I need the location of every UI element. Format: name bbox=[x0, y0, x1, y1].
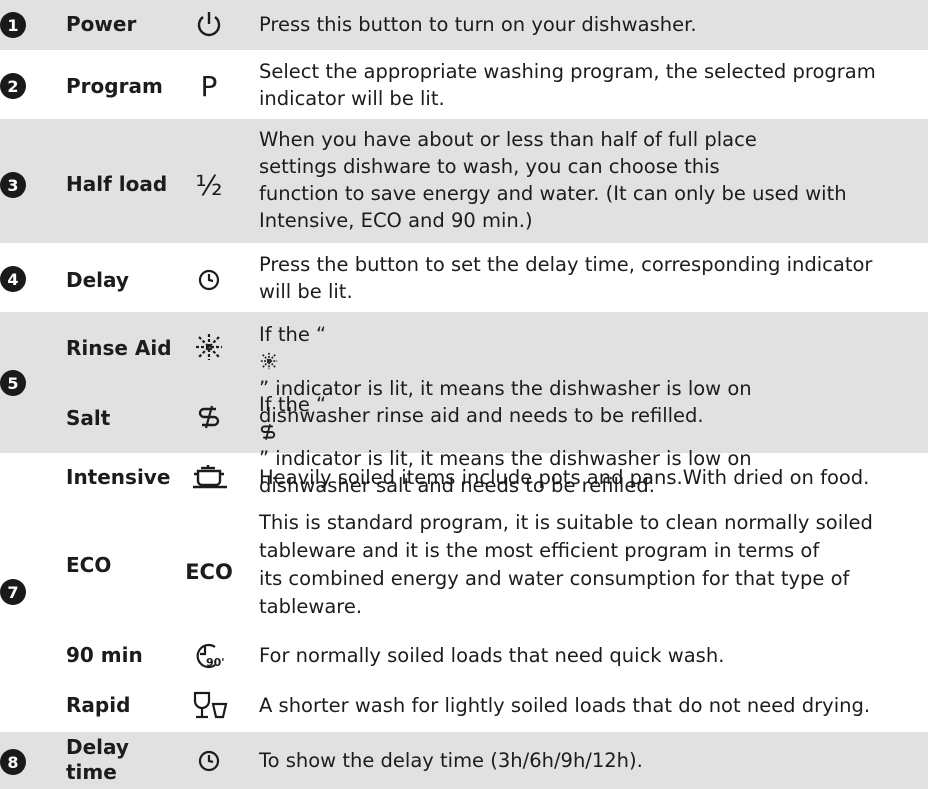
eco-icon: ECO bbox=[185, 560, 233, 584]
number-badge: 8 bbox=[0, 749, 26, 775]
row-group-2: 2 Program P Select the appropriate washi… bbox=[0, 52, 928, 117]
salt-icon bbox=[186, 402, 232, 432]
function-name: Power bbox=[66, 12, 137, 36]
program-p-icon: P bbox=[200, 69, 218, 103]
row-group-8: 8 Delay time To show the delay time (3h/… bbox=[0, 732, 928, 789]
function-description: Press this button to turn on your dishwa… bbox=[259, 13, 697, 36]
function-name: Program bbox=[66, 74, 163, 98]
function-name: ECO bbox=[66, 553, 112, 577]
clock-90-icon: 90' bbox=[186, 638, 232, 672]
rinse-aid-icon bbox=[186, 330, 232, 364]
rinse-aid-icon bbox=[260, 352, 278, 370]
function-name: 90 min bbox=[66, 643, 143, 667]
function-name: Salt bbox=[66, 406, 111, 430]
salt-icon bbox=[260, 424, 276, 440]
function-description: Select the appropriate washing program, … bbox=[259, 60, 876, 110]
function-name: Rapid bbox=[66, 693, 131, 717]
clock-icon bbox=[186, 746, 232, 776]
eco-row: ECO ECO This is standard program, it is … bbox=[0, 497, 928, 630]
half-load-icon: ½ bbox=[195, 168, 223, 202]
function-description: Press the button to set the delay time, … bbox=[259, 253, 873, 303]
number-badge: 2 bbox=[0, 73, 26, 99]
intensive-row: Intensive Heavily soiled items include p… bbox=[0, 455, 928, 497]
function-description: Heavily soiled items include pots and pa… bbox=[259, 466, 870, 489]
pot-icon bbox=[186, 461, 232, 493]
number-badge: 1 bbox=[0, 12, 26, 38]
row-group-5: 5 Rinse Aid If the “ ” indicator is lit,… bbox=[0, 312, 928, 497]
svg-text:90': 90' bbox=[206, 656, 225, 669]
function-name: Rinse Aid bbox=[66, 336, 172, 360]
function-description: To show the delay time (3h/6h/9h/12h). bbox=[259, 749, 643, 772]
function-description: For normally soiled loads that need quic… bbox=[259, 644, 725, 667]
clock-icon bbox=[186, 265, 232, 295]
function-description: A shorter wash for lightly soiled loads … bbox=[259, 694, 871, 717]
rapid-row: Rapid A shorter wash for lightly soiled … bbox=[0, 680, 928, 730]
controls-table: 1 Power Press this button to turn on you… bbox=[0, 0, 928, 789]
function-description: When you have about or less than half of… bbox=[259, 128, 847, 232]
number-badge: 3 bbox=[0, 172, 26, 198]
rinse-aid-row: Rinse Aid If the “ ” indicator is lit, i… bbox=[0, 312, 928, 427]
90-min-row: 90 min 90' For normally soiled loads tha… bbox=[0, 630, 928, 680]
row-group-7: 7 Intensive Heavily soiled items include… bbox=[0, 455, 928, 730]
salt-row: Salt If the “ ” indicator is lit, it mea… bbox=[0, 382, 928, 497]
function-name: Half load bbox=[66, 172, 168, 196]
function-name: Intensive bbox=[66, 465, 171, 489]
power-icon bbox=[186, 8, 232, 42]
row-group-3: 3 Half load ½ When you have about or les… bbox=[0, 119, 928, 243]
row-group-1: 1 Power Press this button to turn on you… bbox=[0, 0, 928, 50]
function-name: Delay time bbox=[66, 735, 129, 784]
function-description: This is standard program, it is suitable… bbox=[259, 511, 873, 618]
row-group-4: 4 Delay Press the button to set the dela… bbox=[0, 245, 928, 310]
glass-cup-icon bbox=[186, 688, 232, 722]
number-badge: 4 bbox=[0, 266, 26, 292]
function-name: Delay bbox=[66, 268, 129, 292]
